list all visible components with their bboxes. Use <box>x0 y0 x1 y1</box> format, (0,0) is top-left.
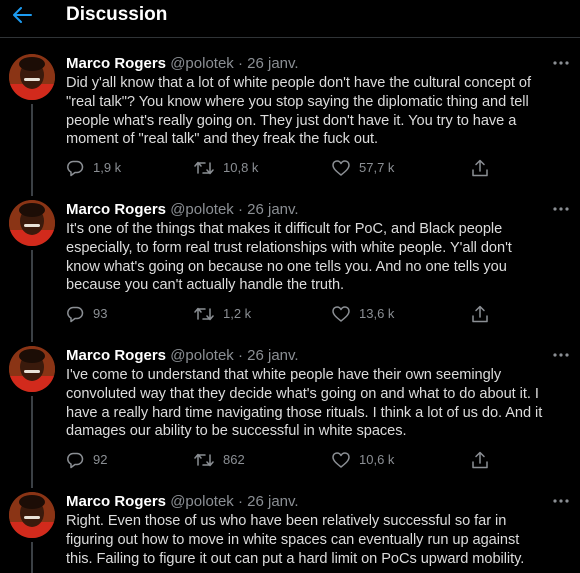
retweet-count: 10,8 k <box>223 160 259 175</box>
reply-icon <box>67 306 84 323</box>
author-name[interactable]: Marco Rogers <box>66 347 166 364</box>
author-name[interactable]: Marco Rogers <box>66 201 166 218</box>
avatar[interactable] <box>9 346 55 392</box>
tweet-date[interactable]: 26 janv. <box>247 201 298 218</box>
tweet-header: Marco Rogers @polotek · 26 janv. <box>66 200 299 220</box>
tweet-text: It's one of the things that makes it dif… <box>66 221 512 294</box>
tweet[interactable]: Marco Rogers @polotek · 26 janv. It's on… <box>0 200 580 330</box>
tweet-header: Marco Rogers @polotek · 26 janv. <box>66 346 299 366</box>
arrow-left-icon <box>13 7 32 23</box>
reply-count: 93 <box>93 306 108 321</box>
retweet-count: 862 <box>223 452 245 467</box>
avatar[interactable] <box>9 492 55 538</box>
like-button[interactable]: 57,7 k <box>332 158 394 178</box>
avatar[interactable] <box>9 54 55 100</box>
retweet-icon <box>194 307 214 321</box>
thread-connector <box>31 542 33 573</box>
tweet-date[interactable]: 26 janv. <box>247 493 298 510</box>
heart-icon <box>332 452 350 468</box>
avatar-image <box>9 492 55 538</box>
more-options-button[interactable] <box>550 493 572 509</box>
reply-icon <box>67 160 84 177</box>
more-options-button[interactable] <box>550 55 572 71</box>
like-count: 13,6 k <box>359 306 395 321</box>
avatar-image <box>9 54 55 100</box>
separator-dot: · <box>237 493 243 510</box>
tweet-actions: 1,9 k 10,8 k 57,7 k <box>66 158 566 178</box>
tweet-date[interactable]: 26 janv. <box>247 55 298 72</box>
tweet-date[interactable]: 26 janv. <box>247 347 298 364</box>
more-horizontal-icon <box>553 353 569 357</box>
tweet-actions: 93 1,2 k 13,6 k <box>66 304 566 324</box>
more-horizontal-icon <box>553 499 569 503</box>
tweet-text: I've come to understand that white peopl… <box>66 367 543 440</box>
author-handle[interactable]: @polotek <box>170 493 234 510</box>
top-bar: Discussion <box>0 0 580 38</box>
avatar-image <box>9 200 55 246</box>
heart-icon <box>332 306 350 322</box>
reply-button[interactable]: 92 <box>66 450 107 470</box>
reply-icon <box>67 452 84 469</box>
retweet-button[interactable]: 1,2 k <box>194 304 251 324</box>
tweet-text: Did y'all know that a lot of white peopl… <box>66 75 532 148</box>
retweet-button[interactable]: 10,8 k <box>194 158 258 178</box>
separator-dot: · <box>237 55 243 72</box>
retweet-icon <box>194 161 214 175</box>
retweet-button[interactable]: 862 <box>194 450 245 470</box>
avatar[interactable] <box>9 200 55 246</box>
tweet[interactable]: Marco Rogers @polotek · 26 janv. I've co… <box>0 346 580 476</box>
page-title: Discussion <box>66 4 168 25</box>
like-count: 10,6 k <box>359 452 395 467</box>
reply-count: 1,9 k <box>93 160 122 175</box>
like-count: 57,7 k <box>359 160 395 175</box>
author-handle[interactable]: @polotek <box>170 347 234 364</box>
more-horizontal-icon <box>553 61 569 65</box>
retweet-count: 1,2 k <box>223 306 252 321</box>
share-button[interactable] <box>471 450 489 470</box>
tweet-actions: 92 862 10,6 k <box>66 450 566 470</box>
author-name[interactable]: Marco Rogers <box>66 55 166 72</box>
author-name[interactable]: Marco Rogers <box>66 493 166 510</box>
retweet-icon <box>194 453 214 467</box>
tweet-header: Marco Rogers @polotek · 26 janv. <box>66 492 299 512</box>
author-handle[interactable]: @polotek <box>170 201 234 218</box>
separator-dot: · <box>237 201 243 218</box>
like-button[interactable]: 13,6 k <box>332 304 394 324</box>
separator-dot: · <box>237 347 243 364</box>
share-icon <box>472 451 488 469</box>
tweet-text: Right. Even those of us who have been re… <box>66 513 525 567</box>
more-horizontal-icon <box>553 207 569 211</box>
more-options-button[interactable] <box>550 201 572 217</box>
tweet[interactable]: Marco Rogers @polotek · 26 janv. Right. … <box>0 492 580 573</box>
share-button[interactable] <box>471 158 489 178</box>
tweet[interactable]: Marco Rogers @polotek · 26 janv. Did y'a… <box>0 54 580 184</box>
author-handle[interactable]: @polotek <box>170 55 234 72</box>
more-options-button[interactable] <box>550 347 572 363</box>
share-button[interactable] <box>471 304 489 324</box>
share-icon <box>472 305 488 323</box>
reply-button[interactable]: 1,9 k <box>66 158 121 178</box>
reply-button[interactable]: 93 <box>66 304 107 324</box>
avatar-image <box>9 346 55 392</box>
heart-icon <box>332 160 350 176</box>
back-button[interactable] <box>11 4 33 26</box>
share-icon <box>472 159 488 177</box>
like-button[interactable]: 10,6 k <box>332 450 394 470</box>
tweet-header: Marco Rogers @polotek · 26 janv. <box>66 54 299 74</box>
reply-count: 92 <box>93 452 108 467</box>
